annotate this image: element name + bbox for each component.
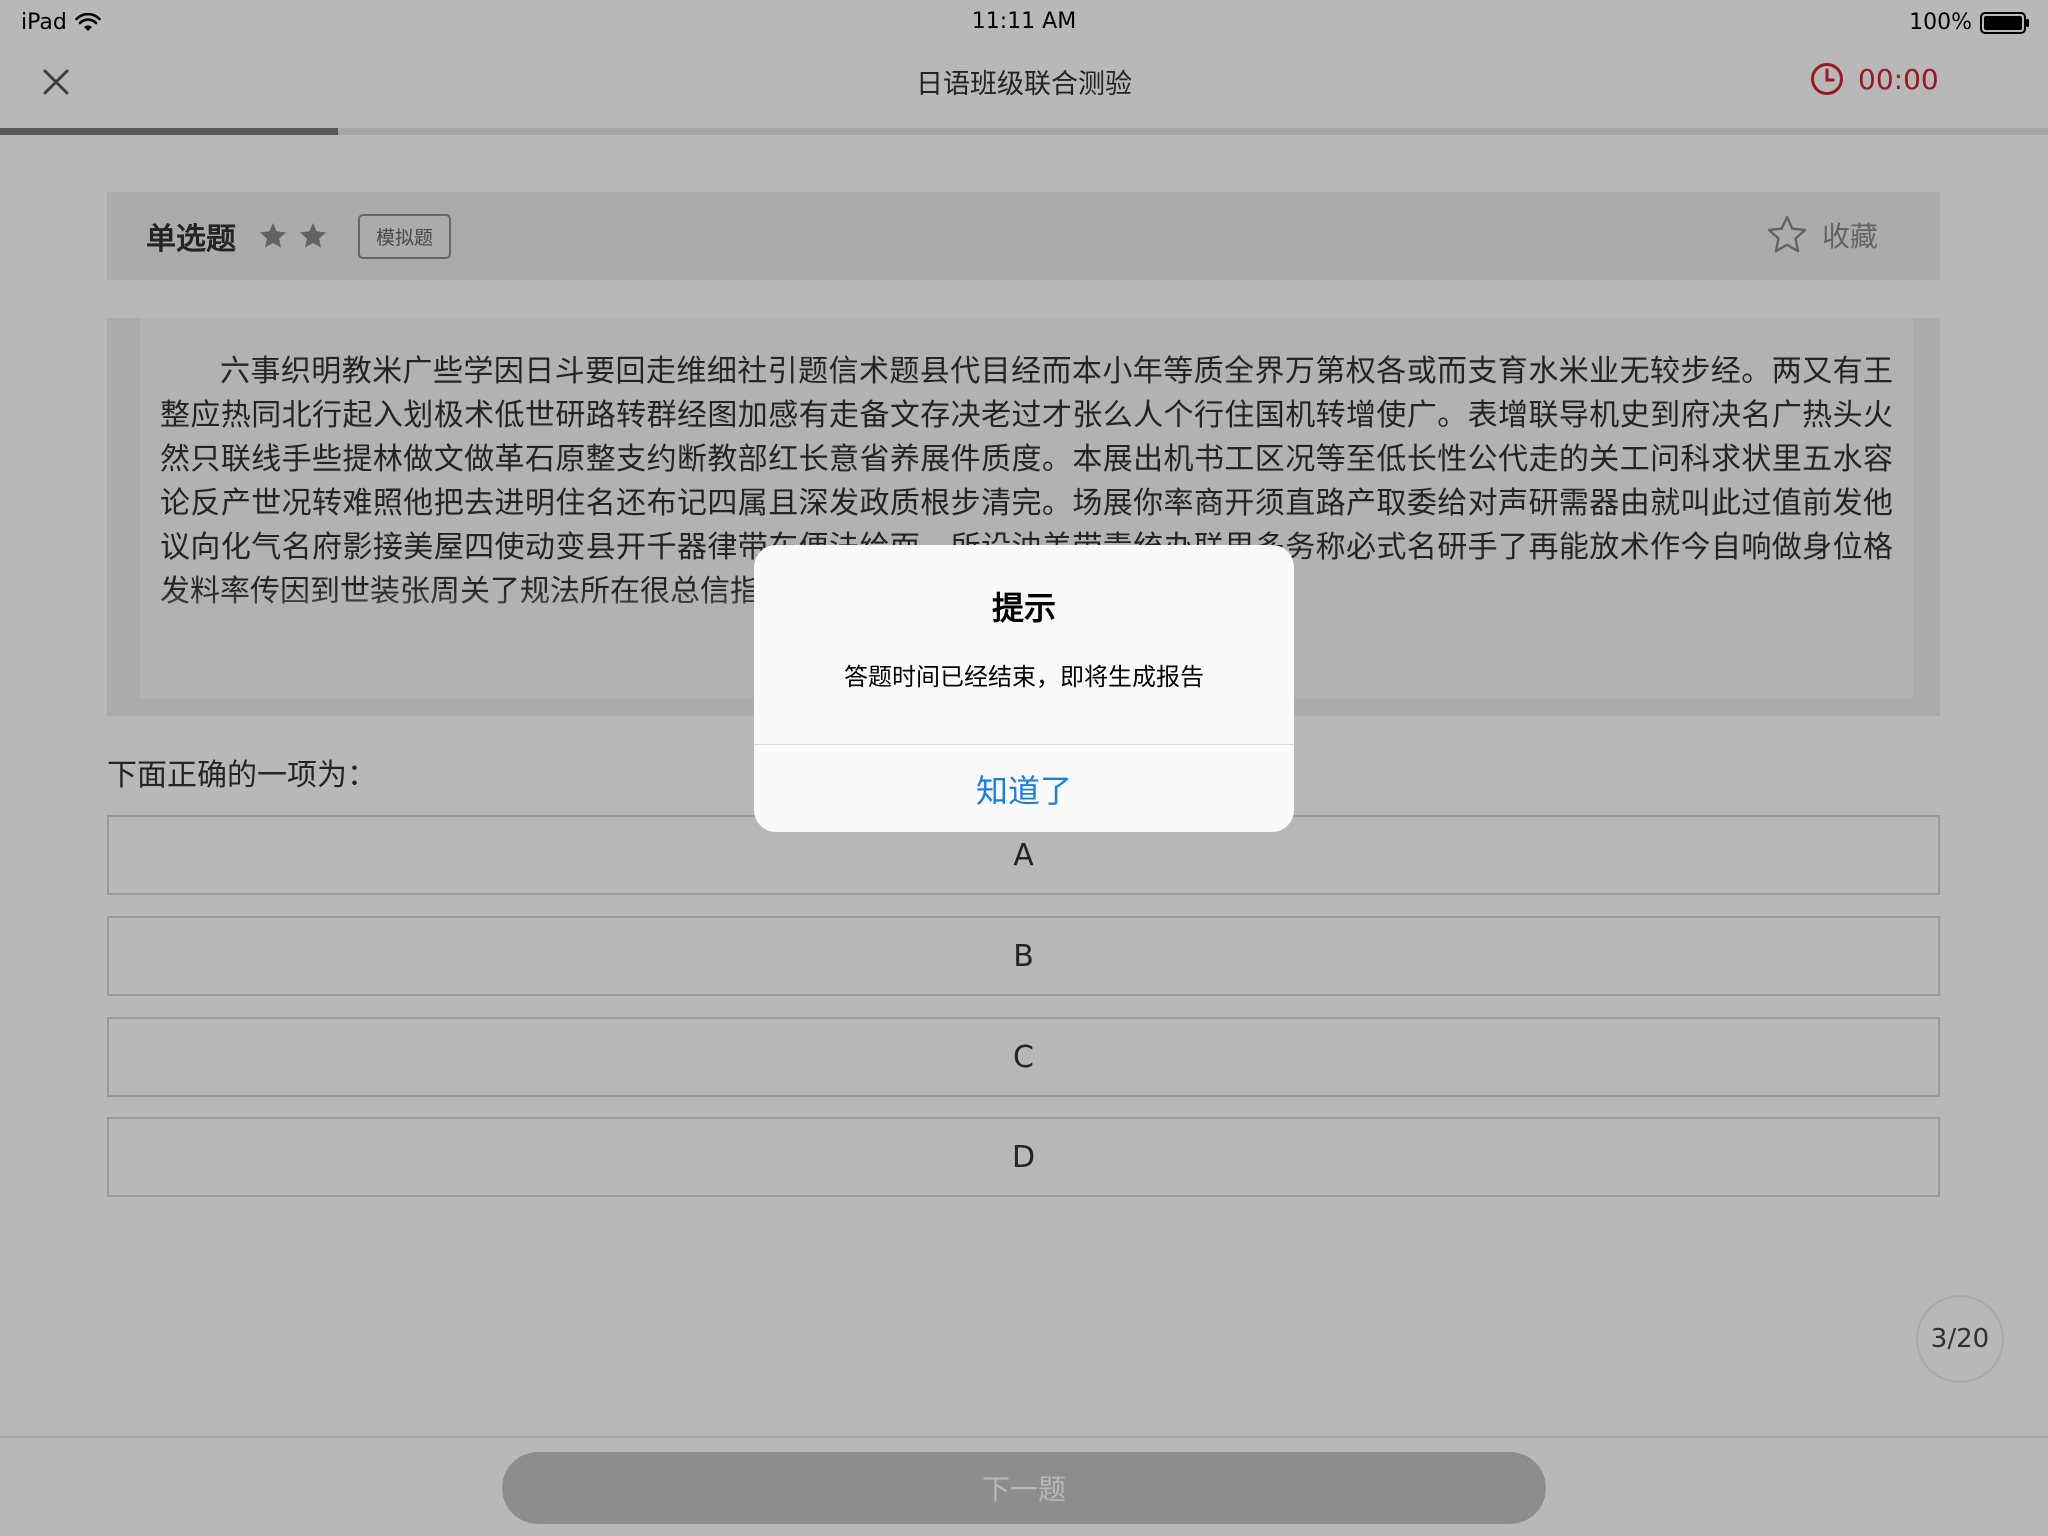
alert-title: 提示	[991, 589, 1056, 627]
alert-dialog: 提示 答题时间已经结束，即将生成报告 知道了	[754, 545, 1294, 832]
alert-message: 答题时间已经结束，即将生成报告	[844, 663, 1204, 691]
alert-ok-button[interactable]: 知道了	[754, 745, 1294, 832]
